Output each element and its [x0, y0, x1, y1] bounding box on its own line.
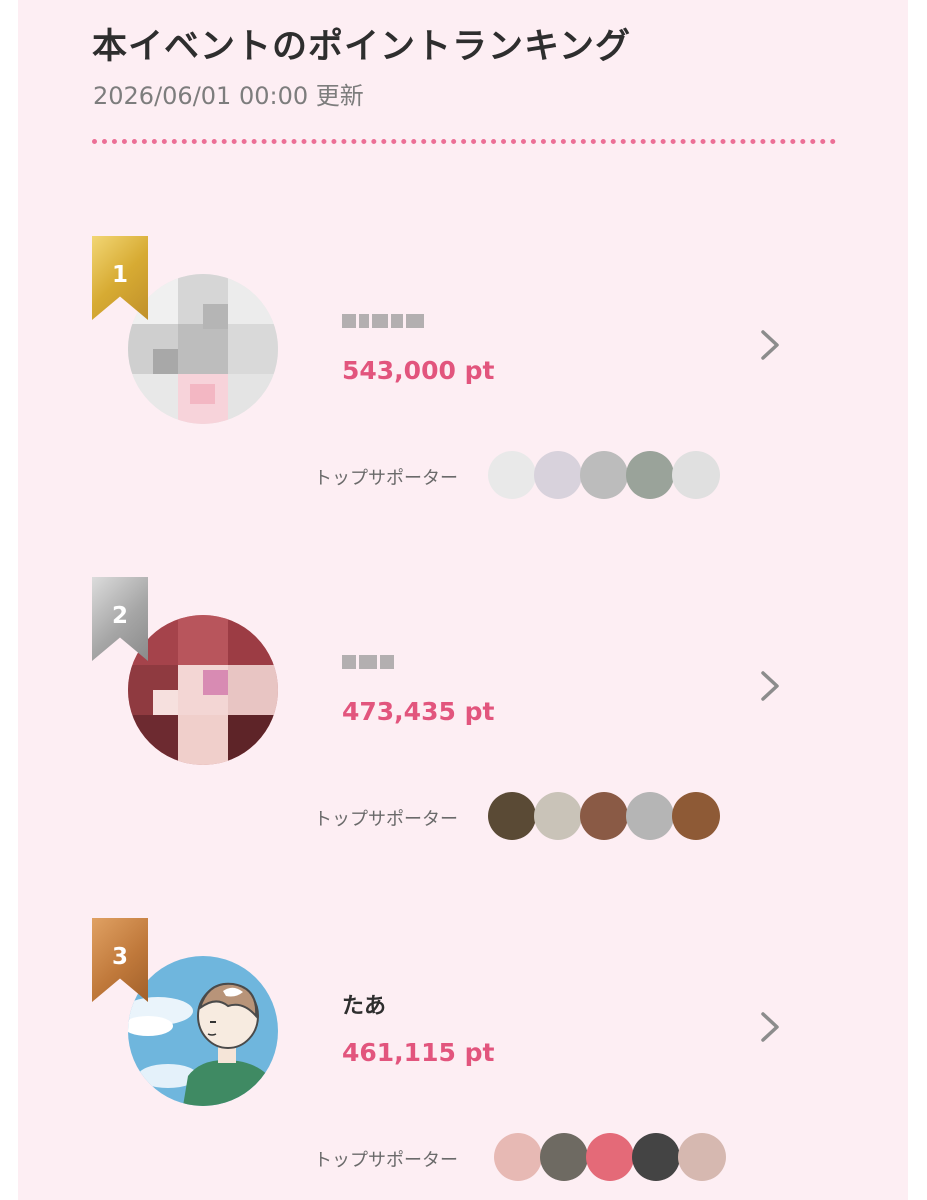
- page-title: 本イベントのポイントランキング: [92, 27, 631, 67]
- supporter-avatar[interactable]: [488, 451, 536, 499]
- rank-number: 2: [111, 603, 128, 629]
- supporter-avatar[interactable]: [488, 792, 536, 840]
- avatar[interactable]: [128, 615, 278, 765]
- rank-ribbon-icon: 2: [92, 577, 148, 661]
- supporter-avatar[interactable]: [678, 1133, 726, 1181]
- rank-ribbon-icon: 3: [92, 918, 148, 1002]
- user-points: 473,435 pt: [342, 697, 495, 726]
- top-supporter-label: トップサポーター: [314, 809, 458, 830]
- top-supporter-label: トップサポーター: [314, 468, 458, 489]
- avatar[interactable]: [128, 956, 278, 1106]
- top-supporters: [488, 1133, 728, 1183]
- top-supporter-label: トップサポーター: [314, 1150, 458, 1171]
- updated-timestamp: 2026/06/01 00:00 更新: [93, 82, 364, 110]
- chevron-right-icon[interactable]: [758, 1010, 782, 1044]
- user-points: 543,000 pt: [342, 356, 495, 385]
- rank-number: 1: [111, 262, 128, 288]
- avatar[interactable]: [128, 274, 278, 424]
- supporter-avatar[interactable]: [586, 1133, 634, 1181]
- dotted-divider: [92, 139, 836, 144]
- user-name-redacted: [342, 655, 394, 669]
- supporter-avatar[interactable]: [672, 451, 720, 499]
- supporter-avatar[interactable]: [494, 1133, 542, 1181]
- supporter-avatar[interactable]: [626, 451, 674, 499]
- ranking-entry-3[interactable]: 3 たあ 461,115 pt トップサポーター: [0, 918, 927, 1200]
- supporter-avatar[interactable]: [580, 451, 628, 499]
- rank-ribbon-icon: 1: [92, 236, 148, 320]
- chevron-right-icon[interactable]: [758, 328, 782, 362]
- supporter-avatar[interactable]: [632, 1133, 680, 1181]
- supporter-avatar[interactable]: [580, 792, 628, 840]
- supporter-avatar[interactable]: [672, 792, 720, 840]
- supporter-avatar[interactable]: [626, 792, 674, 840]
- supporter-avatar[interactable]: [540, 1133, 588, 1181]
- user-points: 461,115 pt: [342, 1038, 495, 1067]
- top-supporters: [488, 792, 728, 842]
- supporter-avatar[interactable]: [534, 792, 582, 840]
- chevron-right-icon[interactable]: [758, 669, 782, 703]
- ranking-entry-1[interactable]: 1 543,000 pt トップサポーター: [0, 236, 927, 526]
- top-supporters: [488, 451, 728, 501]
- rank-number: 3: [111, 944, 128, 970]
- supporter-avatar[interactable]: [534, 451, 582, 499]
- ranking-entry-2[interactable]: 2 473,435 pt トップサポーター: [0, 577, 927, 867]
- user-name: たあ: [342, 994, 387, 1019]
- user-name-redacted: [342, 314, 424, 328]
